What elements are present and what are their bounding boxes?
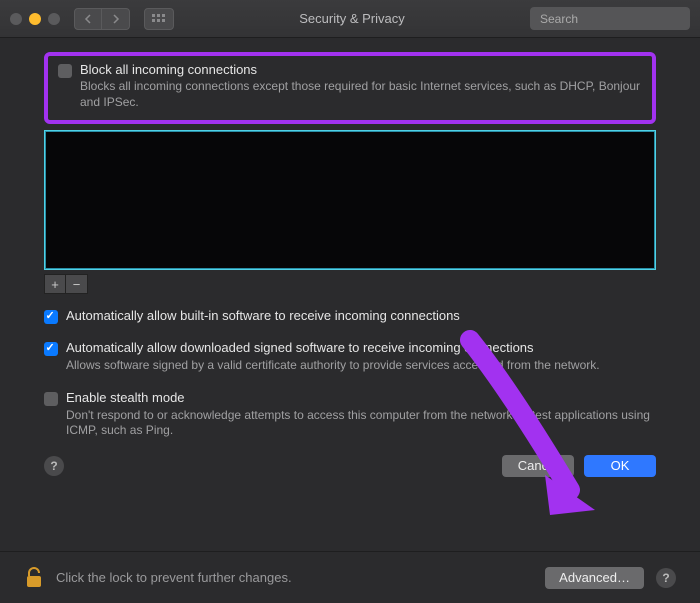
forward-button[interactable]: [102, 8, 130, 30]
close-window-icon[interactable]: [10, 13, 22, 25]
nav-buttons: [74, 8, 130, 30]
footer-help-button[interactable]: ?: [656, 568, 676, 588]
block-all-desc: Blocks all incoming connections except t…: [80, 79, 642, 110]
window-controls: [10, 13, 60, 25]
sheet-buttons: ? Cancel OK: [44, 455, 656, 477]
zoom-window-icon[interactable]: [48, 13, 60, 25]
advanced-button[interactable]: Advanced…: [545, 567, 644, 589]
auto-signed-desc: Allows software signed by a valid certif…: [66, 358, 656, 374]
lock-icon[interactable]: [24, 566, 44, 590]
auto-builtin-label: Automatically allow built-in software to…: [66, 308, 460, 323]
add-remove-group: + −: [44, 274, 656, 294]
app-list[interactable]: [44, 130, 656, 270]
block-all-label: Block all incoming connections: [80, 62, 642, 77]
lock-text: Click the lock to prevent further change…: [56, 570, 292, 585]
cancel-button[interactable]: Cancel: [502, 455, 574, 477]
titlebar: Security & Privacy: [0, 0, 700, 38]
ok-button[interactable]: OK: [584, 455, 656, 477]
highlight-block-all: Block all incoming connections Blocks al…: [44, 52, 656, 124]
back-button[interactable]: [74, 8, 102, 30]
search-field-wrap[interactable]: [530, 7, 690, 30]
add-button[interactable]: +: [44, 274, 66, 294]
stealth-checkbox[interactable]: [44, 392, 58, 406]
show-all-button[interactable]: [144, 8, 174, 30]
sheet-content: Block all incoming connections Blocks al…: [0, 38, 700, 487]
stealth-label: Enable stealth mode: [66, 390, 185, 405]
window-footer: Click the lock to prevent further change…: [0, 551, 700, 603]
remove-button[interactable]: −: [66, 274, 88, 294]
help-button[interactable]: ?: [44, 456, 64, 476]
auto-builtin-checkbox[interactable]: [44, 310, 58, 324]
auto-signed-checkbox[interactable]: [44, 342, 58, 356]
search-input[interactable]: [540, 12, 695, 26]
stealth-desc: Don't respond to or acknowledge attempts…: [66, 408, 656, 439]
auto-signed-label: Automatically allow downloaded signed so…: [66, 340, 534, 355]
minimize-window-icon[interactable]: [29, 13, 41, 25]
window-title: Security & Privacy: [182, 11, 522, 26]
block-all-checkbox[interactable]: [58, 64, 72, 78]
